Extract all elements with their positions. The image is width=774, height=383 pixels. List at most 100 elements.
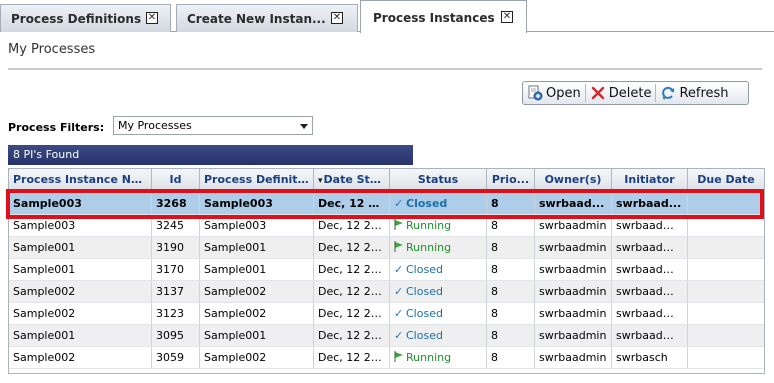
cell-date-started: Dec, 12 2011 xyxy=(314,347,390,368)
green-flag-icon xyxy=(394,351,406,364)
cell-due-date xyxy=(688,215,764,236)
checkmark-icon: ✓ xyxy=(394,197,404,210)
tab-label: Process Instances xyxy=(373,11,495,25)
column-header-due-date[interactable]: Due Date xyxy=(688,169,764,190)
close-box-icon[interactable]: ✕ xyxy=(501,11,513,23)
cell-initiator: swrbaad... xyxy=(612,191,688,214)
cell-id: 3190 xyxy=(152,237,200,258)
table-row[interactable]: Sample001 3095 Sample001 Dec, 12 2011 ✓ Close… xyxy=(9,325,764,347)
cell-priority: 8 xyxy=(487,325,535,346)
table-row[interactable]: Sample001 3190 Sample001 Dec, 12 2011 Runnin… xyxy=(9,237,764,259)
cell-due-date xyxy=(688,237,764,258)
open-button[interactable]: Open xyxy=(523,82,585,104)
process-filter-value: My Processes xyxy=(118,119,192,132)
cell-priority: 8 xyxy=(487,259,535,280)
cell-date-started: Dec, 12 2011 xyxy=(314,259,390,280)
cell-name: Sample002 xyxy=(9,303,152,324)
cell-id: 3059 xyxy=(152,347,200,368)
grid-header: Process Instance Na... Id Process Defini… xyxy=(9,169,764,191)
delete-label: Delete xyxy=(608,85,652,101)
column-header-id[interactable]: Id xyxy=(152,169,200,190)
cell-id: 3245 xyxy=(152,215,200,236)
cell-due-date xyxy=(688,281,764,302)
green-flag-icon xyxy=(394,241,406,254)
cell-date-started: Dec, 12 2011 xyxy=(314,325,390,346)
cell-name: Sample003 xyxy=(9,191,152,214)
cell-initiator: swrbaadmin xyxy=(612,281,688,302)
cell-date-started: Dec, 12 2011 xyxy=(314,237,390,258)
open-label: Open xyxy=(546,85,581,101)
refresh-icon xyxy=(660,85,676,101)
cell-id: 3123 xyxy=(152,303,200,324)
column-header-initiator[interactable]: Initiator xyxy=(612,169,688,190)
tab-label: Process Definitions xyxy=(11,12,142,26)
toolbar: Open Delete Refresh xyxy=(522,81,749,105)
cell-due-date xyxy=(688,303,764,324)
table-row[interactable]: Sample002 3137 Sample002 Dec, 12 2011 ✓ Close… xyxy=(9,281,764,303)
status-text: Closed xyxy=(406,197,448,210)
cell-name: Sample002 xyxy=(9,281,152,302)
status-text: Closed xyxy=(406,285,443,298)
cell-id: 3170 xyxy=(152,259,200,280)
column-header-name[interactable]: Process Instance Na... xyxy=(9,169,152,190)
table-row[interactable]: Sample002 3123 Sample002 Dec, 12 2011 ✓ Close… xyxy=(9,303,764,325)
cell-status: Running xyxy=(390,215,487,236)
refresh-button[interactable]: Refresh xyxy=(656,82,732,104)
column-header-definition[interactable]: Process Definiti... xyxy=(200,169,314,190)
cell-owners: swrbaad... xyxy=(535,191,612,214)
process-filter-dropdown[interactable]: My Processes xyxy=(113,116,313,135)
cell-initiator: swrbaadmin xyxy=(612,237,688,258)
cell-name: Sample003 xyxy=(9,215,152,236)
tab-strip: Process Definitions ✕ Create New Instan.… xyxy=(0,0,774,33)
cell-status: Running xyxy=(390,237,487,258)
cell-status: ✓ Closed xyxy=(390,281,487,302)
cell-definition: Sample001 xyxy=(200,237,314,258)
table-row[interactable]: Sample002 3059 Sample002 Dec, 12 2011 Runnin… xyxy=(9,347,764,369)
delete-button[interactable]: Delete xyxy=(586,82,656,104)
cell-definition: Sample001 xyxy=(200,259,314,280)
column-header-date-started[interactable]: Date Star... xyxy=(314,169,390,190)
cell-owners: swrbaadmin xyxy=(535,281,612,302)
cell-owners: swrbaadmin xyxy=(535,325,612,346)
tab-process-instances[interactable]: Process Instances ✕ xyxy=(360,0,527,33)
tab-process-definitions[interactable]: Process Definitions ✕ xyxy=(0,4,171,32)
cell-initiator: swrbasch xyxy=(612,347,688,368)
checkmark-icon: ✓ xyxy=(394,285,404,298)
process-filters-label: Process Filters: xyxy=(8,121,105,134)
status-text: Closed xyxy=(406,307,443,320)
cell-owners: swrbaadmin xyxy=(535,303,612,324)
open-icon xyxy=(527,85,543,101)
cell-date-started: Dec, 12 2011 xyxy=(314,281,390,302)
cell-definition: Sample003 xyxy=(200,215,314,236)
table-row[interactable]: Sample001 3170 Sample001 Dec, 12 2011 ✓ Close… xyxy=(9,259,764,281)
cell-owners: swrbaadmin xyxy=(535,237,612,258)
cell-owners: swrbaadmin xyxy=(535,347,612,368)
close-box-icon[interactable]: ✕ xyxy=(146,12,158,24)
cell-date-started: Dec, 12 2011 xyxy=(314,303,390,324)
column-header-owners[interactable]: Owner(s) xyxy=(535,169,612,190)
status-text: Running xyxy=(406,219,452,232)
close-box-icon[interactable]: ✕ xyxy=(331,12,343,24)
delete-x-icon xyxy=(590,85,606,101)
cell-priority: 8 xyxy=(487,215,535,236)
cell-status: ✓ Closed xyxy=(390,303,487,324)
cell-status: ✓ Closed xyxy=(390,191,487,214)
cell-initiator: swrbaadmin xyxy=(612,325,688,346)
cell-definition: Sample002 xyxy=(200,347,314,368)
table-row[interactable]: Sample0033268Sample003Dec, 12 2011✓Close… xyxy=(9,191,764,215)
results-count: 8 PI's Found xyxy=(13,148,80,161)
column-header-status[interactable]: Status xyxy=(390,169,487,190)
cell-owners: swrbaadmin xyxy=(535,259,612,280)
cell-initiator: swrbaadmin xyxy=(612,215,688,236)
cell-date-started: Dec, 12 2011 xyxy=(314,191,390,214)
cell-name: Sample001 xyxy=(9,237,152,258)
table-row[interactable]: Sample003 3245 Sample003 Dec, 12 2011 Runnin… xyxy=(9,215,764,237)
divider xyxy=(8,68,762,70)
cell-definition: Sample001 xyxy=(200,325,314,346)
cell-due-date xyxy=(688,347,764,368)
cell-definition: Sample002 xyxy=(200,303,314,324)
column-header-priority[interactable]: Prio... xyxy=(487,169,535,190)
tab-create-new-instance[interactable]: Create New Instan... ✕ xyxy=(176,4,358,32)
cell-priority: 8 xyxy=(487,303,535,324)
cell-due-date xyxy=(688,191,764,214)
